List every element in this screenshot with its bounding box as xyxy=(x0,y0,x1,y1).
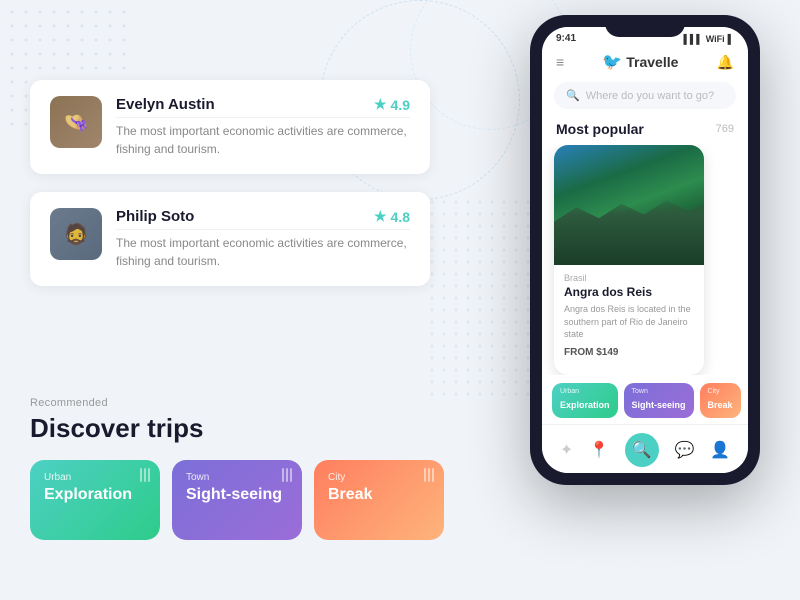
phone-wrapper: 9:41 ▌▌▌ WiFi ▌ ≡ 🐦 Travelle 🔔 🔍 Wh xyxy=(530,15,760,485)
most-popular-header: Most popular 769 xyxy=(542,117,748,145)
search-placeholder: Where do you want to go? xyxy=(586,90,714,102)
bird-icon: 🐦 xyxy=(602,52,622,72)
reviewer-row-2: Philip Soto ★ 4.8 xyxy=(116,208,410,225)
star-icon-2: ★ xyxy=(374,208,387,225)
most-popular-title: Most popular xyxy=(556,121,644,137)
dest-price-1: FROM $149 xyxy=(564,347,694,358)
nav-icon-chat[interactable]: 💬 xyxy=(675,440,695,460)
trip-card-city[interactable]: City Break xyxy=(314,460,444,540)
battery-icon: ▌ xyxy=(728,34,734,44)
menu-icon[interactable]: ≡ xyxy=(556,54,564,70)
left-panel: 👒 Evelyn Austin ★ 4.9 The most important… xyxy=(30,80,430,304)
nav-icon-explore[interactable]: ✦ xyxy=(560,440,573,460)
most-popular-count: 769 xyxy=(716,123,734,135)
phone-tag-city[interactable]: City Break xyxy=(700,383,741,418)
destination-cards-scroll: Brasil Angra dos Reis Angra dos Reis is … xyxy=(542,145,748,375)
nav-icon-profile[interactable]: 👤 xyxy=(710,440,730,460)
phone-tag-town[interactable]: Town Sight-seeing xyxy=(624,383,694,418)
dest-card-body-1: Brasil Angra dos Reis Angra dos Reis is … xyxy=(554,265,704,366)
phone-tag-urban[interactable]: Urban Exploration xyxy=(552,383,618,418)
trip-name-city: Break xyxy=(328,486,372,503)
star-icon-1: ★ xyxy=(374,96,387,113)
phone-screen: 9:41 ▌▌▌ WiFi ▌ ≡ 🐦 Travelle 🔔 🔍 Wh xyxy=(542,27,748,473)
wifi-icon: WiFi xyxy=(706,34,725,44)
trip-card-urban[interactable]: Urban Exploration xyxy=(30,460,160,540)
phone-tag-name-urban: Exploration xyxy=(560,400,610,410)
phone-notch xyxy=(605,15,685,37)
dest-name-1: Angra dos Reis xyxy=(564,285,694,299)
bell-icon[interactable]: 🔔 xyxy=(717,54,734,71)
phone-tag-type-town: Town xyxy=(632,388,686,395)
avatar-evelyn: 👒 xyxy=(50,96,102,148)
phone-tag-name-town: Sight-seeing xyxy=(632,400,686,410)
trip-type-town: Town xyxy=(186,472,288,483)
nav-icon-location[interactable]: 📍 xyxy=(589,440,609,460)
nav-icon-search[interactable]: 🔍 xyxy=(625,433,659,467)
app-logo: 🐦 Travelle xyxy=(602,52,678,72)
bottom-nav: ✦ 📍 🔍 💬 👤 xyxy=(542,424,748,473)
trip-name-urban: Exploration xyxy=(44,486,132,503)
signal-icon: ▌▌▌ xyxy=(684,34,703,44)
search-icon: 🔍 xyxy=(566,89,580,102)
dest-desc-1: Angra dos Reis is located in the souther… xyxy=(564,303,694,341)
trip-cards: Urban Exploration Town Sight-seeing City… xyxy=(30,460,444,540)
trip-type-urban: Urban xyxy=(44,472,146,483)
discover-title: Discover trips xyxy=(30,413,444,444)
recommended-label: Recommended xyxy=(30,397,444,409)
phone-device: 9:41 ▌▌▌ WiFi ▌ ≡ 🐦 Travelle 🔔 🔍 Wh xyxy=(530,15,760,485)
app-title: Travelle xyxy=(626,54,678,70)
status-icons: ▌▌▌ WiFi ▌ xyxy=(684,34,734,44)
divider-1 xyxy=(116,117,410,118)
trip-name-town: Sight-seeing xyxy=(186,486,282,503)
reviewer-name-2: Philip Soto xyxy=(116,208,194,225)
review-card-2: 🧔 Philip Soto ★ 4.8 The most important e… xyxy=(30,192,430,286)
trip-card-town[interactable]: Town Sight-seeing xyxy=(172,460,302,540)
trip-type-city: City xyxy=(328,472,430,483)
reviewer-name-1: Evelyn Austin xyxy=(116,96,215,113)
review-content-2: Philip Soto ★ 4.8 The most important eco… xyxy=(116,208,410,270)
divider-2 xyxy=(116,229,410,230)
dest-country-1: Brasil xyxy=(564,273,694,283)
dest-image-1 xyxy=(554,145,704,265)
phone-tag-type-urban: Urban xyxy=(560,388,610,395)
phone-tag-name-city: Break xyxy=(708,400,733,410)
trip-card-dots-city xyxy=(424,468,434,482)
ocean-bg xyxy=(554,145,704,265)
phone-tag-type-city: City xyxy=(708,388,733,395)
dot-grid-right xyxy=(430,200,530,400)
ocean-rocks xyxy=(554,193,704,265)
status-time: 9:41 xyxy=(556,33,576,44)
reviewer-row-1: Evelyn Austin ★ 4.9 xyxy=(116,96,410,113)
phone-trip-tags: Urban Exploration Town Sight-seeing City… xyxy=(542,375,748,424)
search-bar[interactable]: 🔍 Where do you want to go? xyxy=(554,82,736,109)
rating-1: ★ 4.9 xyxy=(374,96,410,113)
review-text-2: The most important economic activities a… xyxy=(116,234,410,270)
review-text-1: The most important economic activities a… xyxy=(116,122,410,158)
review-card-1: 👒 Evelyn Austin ★ 4.9 The most important… xyxy=(30,80,430,174)
discover-section: Recommended Discover trips Urban Explora… xyxy=(30,397,444,540)
review-content-1: Evelyn Austin ★ 4.9 The most important e… xyxy=(116,96,410,158)
destination-card-1[interactable]: Brasil Angra dos Reis Angra dos Reis is … xyxy=(554,145,704,375)
avatar-philip: 🧔 xyxy=(50,208,102,260)
app-nav: ≡ 🐦 Travelle 🔔 xyxy=(542,48,748,78)
trip-card-dots-town xyxy=(282,468,292,482)
rating-2: ★ 4.8 xyxy=(374,208,410,225)
trip-card-dots-urban xyxy=(140,468,150,482)
